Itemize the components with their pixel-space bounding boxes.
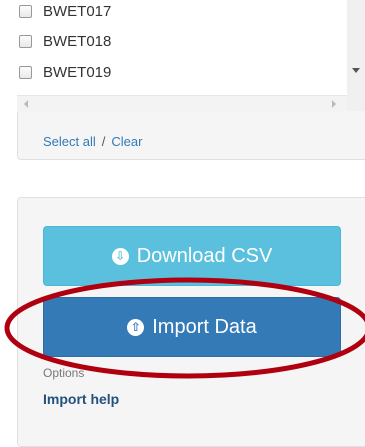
options-label: Options — [43, 366, 85, 380]
list-item-label: BWET018 — [43, 32, 112, 50]
checkbox[interactable] — [19, 34, 32, 48]
scroll-left-icon[interactable] — [24, 100, 28, 108]
checkbox[interactable] — [19, 65, 32, 79]
import-data-button[interactable]: ⇧ Import Data — [43, 297, 341, 357]
download-csv-button[interactable]: ⇩ Download CSV — [43, 226, 341, 286]
list-item-label: BWET019 — [43, 63, 112, 81]
list-item[interactable]: BWET017 — [19, 0, 111, 22]
clear-link[interactable]: Clear — [111, 134, 142, 149]
import-help-link[interactable]: Import help — [43, 391, 119, 407]
download-icon: ⇩ — [111, 247, 129, 265]
vertical-scrollbar[interactable] — [347, 0, 365, 95]
link-separator: / — [101, 134, 106, 149]
horizontal-scrollbar[interactable] — [17, 95, 347, 112]
import-data-label: Import Data — [152, 315, 257, 338]
upload-icon: ⇧ — [127, 318, 145, 336]
selection-links: Select all / Clear — [43, 134, 142, 149]
list-item[interactable]: BWET018 — [19, 30, 111, 52]
download-csv-label: Download CSV — [136, 244, 273, 267]
scroll-right-icon[interactable] — [332, 100, 336, 108]
scroll-down-icon[interactable] — [352, 68, 360, 73]
scrollbar-corner — [347, 95, 365, 111]
select-all-link[interactable]: Select all — [43, 134, 96, 149]
list-item-label: BWET017 — [43, 2, 112, 20]
list-item[interactable]: BWET019 — [19, 61, 111, 83]
checkbox[interactable] — [19, 4, 32, 18]
